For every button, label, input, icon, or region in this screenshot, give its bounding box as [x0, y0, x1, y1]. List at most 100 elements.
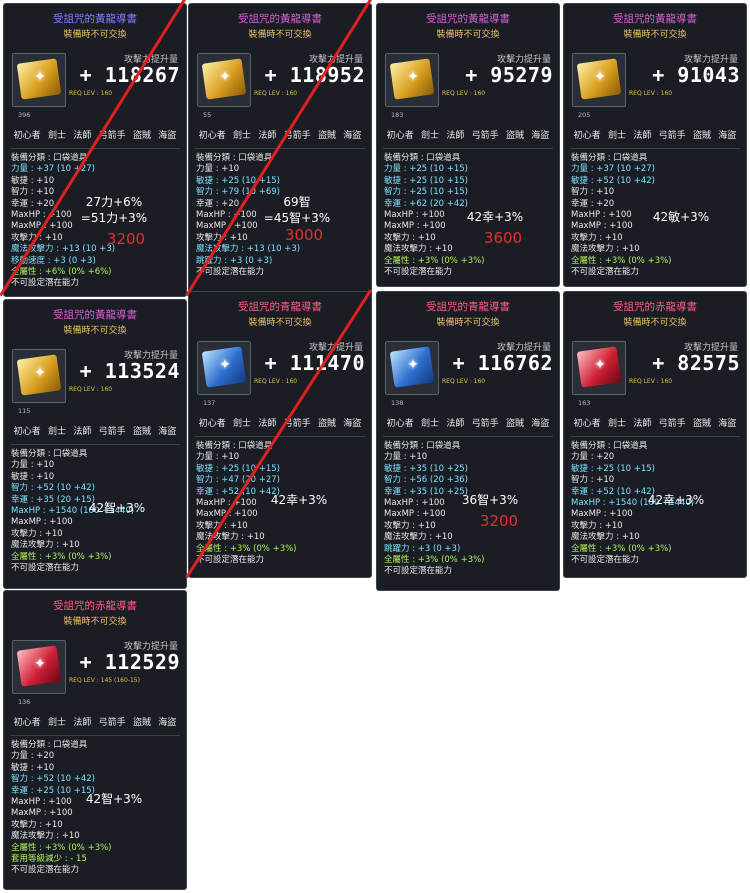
trade-restriction: 裝備時不可交換: [623, 318, 687, 328]
sparkle-icon: ✦: [34, 365, 46, 381]
item-level: 163: [578, 399, 591, 407]
job-label: 法師: [73, 130, 92, 141]
divider: [383, 148, 553, 149]
stat-line: 移動速度 : +3 (0 +3): [11, 255, 96, 266]
job-label: 弓箭手: [658, 130, 686, 141]
stat-line: 力量 : +10: [11, 460, 55, 471]
job-label: 法師: [73, 717, 92, 728]
trade-restriction: 裝備時不可交換: [623, 30, 687, 40]
job-label: 劍士: [47, 130, 66, 141]
job-row: 初心者 劍士 法師 弓箭手 盜賊 海盜: [564, 124, 746, 144]
stat-line: 智力 : +10: [571, 475, 615, 486]
trade-restriction: 裝備時不可交換: [63, 326, 127, 336]
item-icon: ✦: [197, 53, 251, 107]
job-label: 劍士: [607, 418, 626, 429]
attack-increase-value: + 111470: [264, 351, 365, 375]
job-label: 劍士: [607, 130, 626, 141]
attack-increase-value: + 118952: [264, 63, 365, 87]
stat-list: 裝備分類 : 口袋道具 力量 : +20 敏捷 : +10 智力 : +52 (10 …: [4, 740, 186, 881]
stat-line: 套用等級減少 : - 15: [11, 854, 87, 865]
item-name: 受詛咒的黃龍導書: [426, 13, 510, 25]
job-label: 法師: [446, 418, 465, 429]
trade-restriction: 裝備時不可交換: [436, 30, 500, 40]
stat-line: 攻擊力 : +10: [571, 232, 623, 243]
job-label: 盜賊: [132, 426, 151, 437]
job-label: 法師: [258, 130, 277, 141]
tooltip-header: 受詛咒的赤龍導書 裝備時不可交換: [4, 591, 186, 635]
stat-line: 攻擊力 : +10: [571, 520, 623, 531]
item-tooltip-card: 受詛咒的黃龍導書 裝備時不可交換 ✦ 攻擊力提升量 + 113524 REQ LEV : …: [3, 299, 187, 589]
required-level: REQ LEV : 160: [254, 378, 298, 385]
tooltip-header: 受詛咒的黃龍導書 裝備時不可交換: [4, 300, 186, 344]
job-label: 海盜: [158, 426, 177, 437]
item-tooltip-card: 受詛咒的青龍導書 裝備時不可交換 ✦ 攻擊力提升量 + 116762 REQ LEV : …: [376, 291, 560, 591]
required-level: REQ LEV : 160: [442, 378, 486, 385]
divider: [10, 735, 180, 736]
attack-increase-value: + 95279: [465, 63, 553, 87]
sparkle-icon: ✦: [34, 656, 46, 672]
stat-line: 力量 : +37 (10 +27): [11, 164, 95, 175]
stat-line: 力量 : +20: [571, 452, 615, 463]
stat-line: 力量 : +25 (10 +15): [384, 164, 468, 175]
required-level: REQ LEV : 160: [629, 378, 673, 385]
job-label: 初心者: [13, 426, 41, 437]
stat-line: 全屬性 : +3% (0% +3%): [384, 555, 485, 566]
divider: [570, 436, 740, 437]
stat-line: 全屬性 : +6% (0% +6%): [11, 267, 112, 278]
item-summary: ✦ 攻擊力提升量 + 112529 REQ LEV : 145 (160-15): [4, 635, 186, 695]
item-name: 受詛咒的黃龍導書: [53, 309, 137, 321]
divider: [10, 148, 180, 149]
stat-line: 魔法攻擊力 : +10: [11, 540, 80, 551]
item-icon: ✦: [197, 341, 251, 395]
stat-line: MaxMP : +100: [11, 517, 73, 528]
handwritten-note: 42幸+3%: [647, 493, 705, 507]
stat-line: 魔法攻擊力 : +13 (10 +3): [11, 244, 116, 255]
job-label: 法師: [633, 418, 652, 429]
stat-line: 攻擊力 : +10: [11, 819, 63, 830]
item-summary: ✦ 攻擊力提升量 + 118952 REQ LEV : 160: [189, 48, 371, 108]
stat-line: 攻擊力 : +10: [11, 528, 63, 539]
job-label: 海盜: [158, 130, 177, 141]
tooltip-header: 受詛咒的青龍導書 裝備時不可交換: [377, 292, 559, 336]
handwritten-note: 42智+3%: [88, 501, 146, 515]
sparkle-icon: ✦: [594, 357, 606, 373]
item-name: 受詛咒的赤龍導書: [613, 301, 697, 313]
sparkle-icon: ✦: [34, 69, 46, 85]
divider: [10, 444, 180, 445]
job-label: 海盜: [531, 418, 550, 429]
job-label: 海盜: [718, 418, 737, 429]
item-icon: ✦: [12, 640, 66, 694]
attack-increase-value: + 112529: [79, 650, 180, 674]
job-label: 劍士: [232, 418, 251, 429]
job-label: 海盜: [343, 418, 362, 429]
requirement-info: REQ LEV : 160: [254, 90, 297, 97]
stat-line: MaxMP : +100: [571, 509, 633, 520]
item-summary: ✦ 攻擊力提升量 + 82575 REQ LEV : 160: [564, 336, 746, 396]
stat-line: 不可設定潛在能力: [11, 278, 80, 289]
job-label: 盜賊: [132, 130, 151, 141]
stat-line: 全屬性 : +3% (0% +3%): [11, 551, 112, 562]
divider: [195, 436, 365, 437]
attack-increase-value: + 116762: [452, 351, 553, 375]
stat-line: 智力 : +47 (20 +27): [196, 475, 280, 486]
item-tooltip-card: 受詛咒的黃龍導書 裝備時不可交換 ✦ 攻擊力提升量 + 91043 REQ LEV : 1…: [563, 3, 747, 287]
stat-line: 裝備分類 : 口袋道具: [571, 441, 648, 451]
stat-line: 敏捷 : +52 (10 +42): [571, 175, 655, 186]
stat-line: 智力 : +52 (10 +42): [11, 483, 95, 494]
stat-line: 敏捷 : +10: [11, 175, 55, 186]
job-row: 初心者 劍士 法師 弓箭手 盜賊 海盜: [4, 711, 186, 731]
item-level: 205: [578, 111, 591, 119]
job-label: 劍士: [47, 717, 66, 728]
item-meta-row: 183: [377, 108, 559, 124]
stat-line: 跳躍力 : +3 (0 +3): [196, 255, 273, 266]
requirement-info: REQ LEV : 160: [69, 90, 112, 97]
item-meta-row: 396: [4, 108, 186, 124]
job-label: 初心者: [573, 130, 601, 141]
stat-line: 力量 : +20: [11, 751, 55, 762]
job-row: 初心者 劍士 法師 弓箭手 盜賊 海盜: [377, 412, 559, 432]
stat-line: 敏捷 : +10: [11, 471, 55, 482]
job-label: 法師: [446, 130, 465, 141]
item-level: 136: [18, 698, 31, 706]
job-label: 法師: [633, 130, 652, 141]
job-label: 海盜: [531, 130, 550, 141]
